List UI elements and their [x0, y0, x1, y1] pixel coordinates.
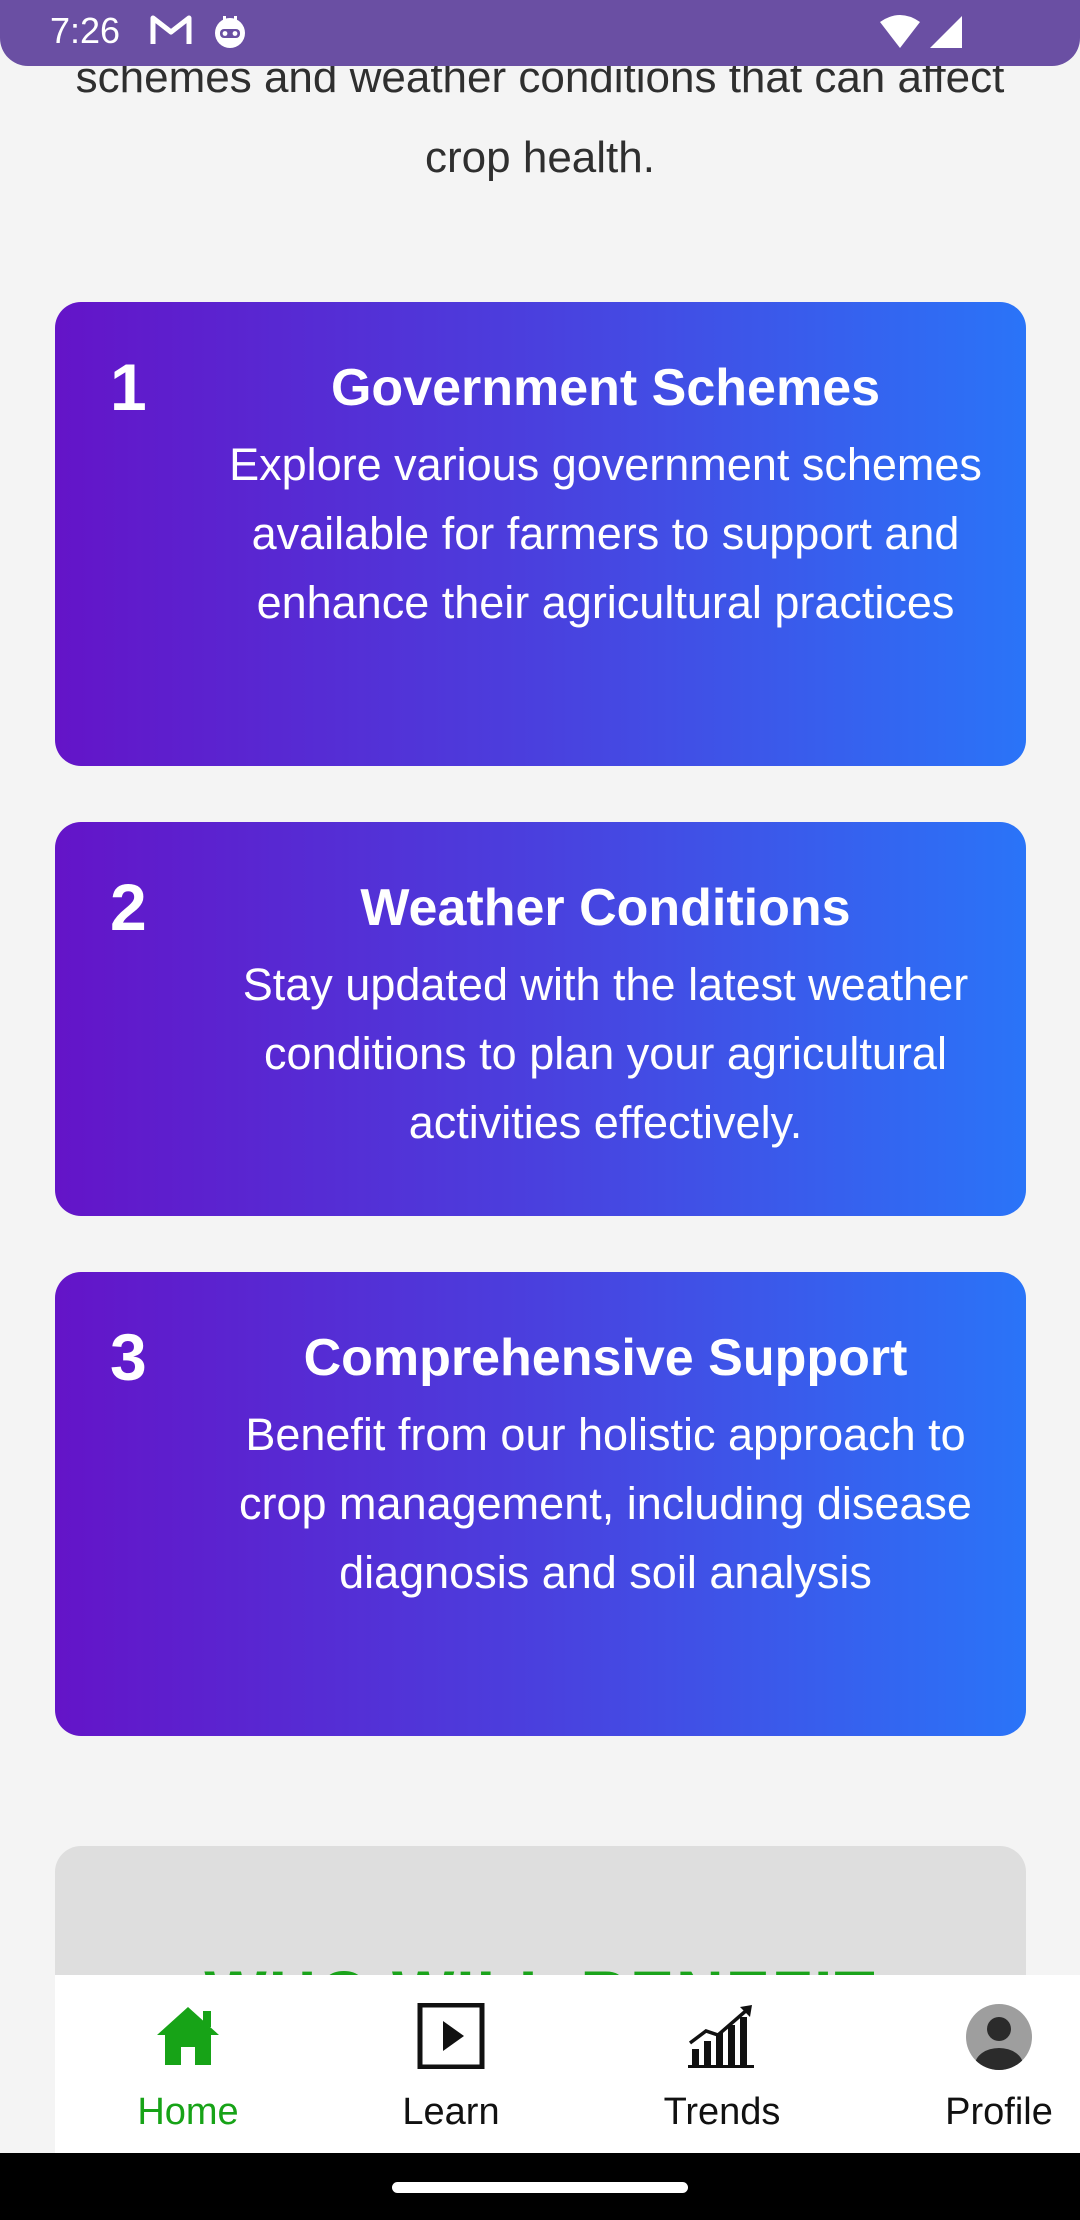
card-description: Stay updated with the latest weather con…	[242, 959, 969, 1148]
nav-label-learn: Learn	[402, 2091, 500, 2133]
feature-card-comprehensive-support: 3 Comprehensive Support Benefit from our…	[55, 1272, 1026, 1736]
bottom-navigation: Home Learn Trends Profile	[55, 1975, 1080, 2153]
signal-icon	[928, 14, 964, 55]
card-description: Benefit from our holistic approach to cr…	[239, 1409, 972, 1598]
robot-icon	[212, 14, 248, 55]
nav-item-trends[interactable]: Trends	[622, 1975, 822, 2153]
nav-item-profile[interactable]: Profile	[899, 1975, 1080, 2153]
profile-avatar-icon	[965, 2003, 1033, 2076]
card-title: Weather Conditions	[360, 879, 851, 937]
card-number: 1	[110, 350, 147, 424]
card-title: Government Schemes	[330, 359, 881, 417]
status-bar: 7:26	[0, 0, 1080, 66]
nav-label-home: Home	[137, 2091, 239, 2133]
play-icon	[416, 2002, 486, 2074]
trends-chart-icon	[686, 2003, 758, 2074]
nav-item-learn[interactable]: Learn	[351, 1975, 551, 2153]
system-gesture-bar	[0, 2153, 1080, 2220]
gmail-icon	[150, 12, 192, 53]
card-number: 2	[110, 870, 147, 944]
status-time: 7:26	[50, 10, 121, 51]
wifi-icon	[878, 14, 922, 55]
card-title: Comprehensive Support	[303, 1329, 908, 1387]
nav-label-profile: Profile	[945, 2091, 1053, 2133]
feature-card-weather-conditions: 2 Weather Conditions Stay updated with t…	[55, 822, 1026, 1216]
feature-card-government-schemes: 1 Government Schemes Explore various gov…	[55, 302, 1026, 766]
card-number: 3	[110, 1320, 147, 1394]
home-gesture-handle[interactable]	[392, 2182, 688, 2193]
nav-label-trends: Trends	[663, 2091, 781, 2133]
nav-item-home[interactable]: Home	[88, 1975, 288, 2153]
home-icon	[153, 2003, 223, 2074]
card-description: Explore various government schemes avail…	[229, 439, 982, 628]
